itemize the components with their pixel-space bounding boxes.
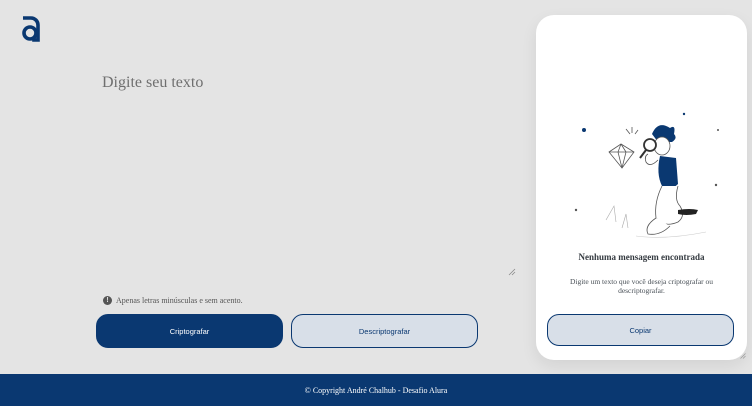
hint-text: Apenas letras minúsculas e sem acento. <box>116 296 243 305</box>
message-input[interactable] <box>100 70 516 276</box>
copy-button[interactable]: Copiar <box>547 314 734 346</box>
info-icon: ! <box>103 296 112 305</box>
footer-copyright: © Copyright André Chalhub - Desafio Alur… <box>304 385 448 395</box>
decrypt-button-label: Descriptografar <box>358 326 411 336</box>
alura-logo-icon <box>22 16 40 42</box>
output-panel: Nenhuma mensagem encontrada Digite um te… <box>536 15 747 360</box>
input-hint: ! Apenas letras minúsculas e sem acento. <box>103 296 243 305</box>
resize-grip-icon[interactable] <box>508 268 516 276</box>
copy-button-label: Copiar <box>629 325 652 335</box>
encrypt-button[interactable]: Criptografar <box>96 314 283 348</box>
panel-resize-grip-icon[interactable] <box>740 353 746 359</box>
person-with-magnifying-glass-illustration <box>574 112 719 238</box>
empty-state-description: Digite um texto que você deseja criptogr… <box>569 277 714 296</box>
decrypt-button[interactable]: Descriptografar <box>291 314 478 348</box>
diamond-icon <box>608 143 635 169</box>
footer: © Copyright André Chalhub - Desafio Alur… <box>0 374 752 406</box>
empty-state-title: Nenhuma mensagem encontrada <box>578 252 705 262</box>
encrypt-button-label: Criptografar <box>169 326 210 336</box>
